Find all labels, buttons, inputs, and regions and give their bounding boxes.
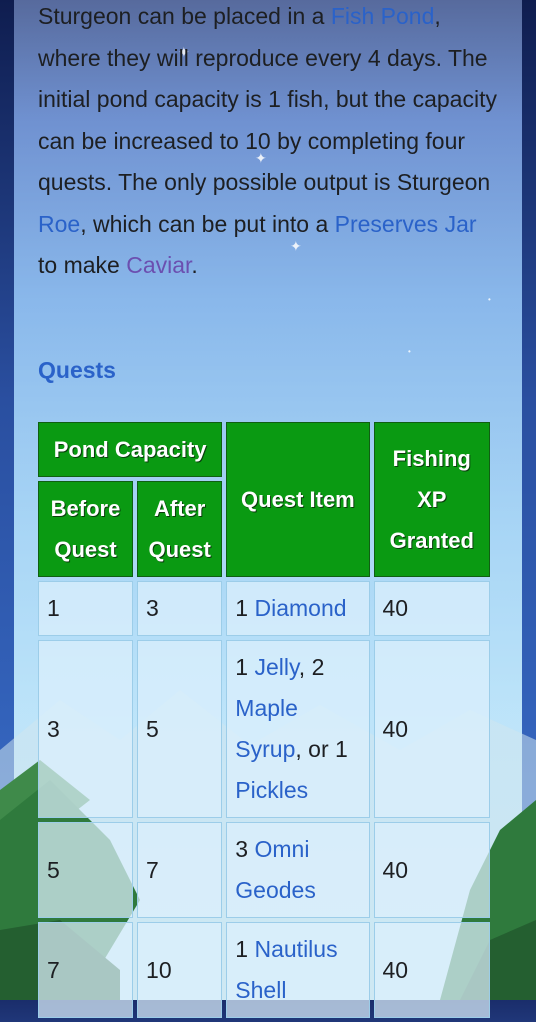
fish-pond-link[interactable]: Fish Pond xyxy=(331,3,435,29)
after-cell: 10 xyxy=(137,922,223,1018)
quest-item-cell: 1 Diamond xyxy=(226,581,370,636)
quests-table: Pond Capacity Quest Item Fishing XP Gran… xyxy=(34,418,494,1022)
sparkle-icon: • xyxy=(408,347,411,356)
item-text: 3 xyxy=(235,836,255,862)
paragraph-text: , where they will reproduce every 4 days… xyxy=(38,3,497,195)
xp-cell: 40 xyxy=(373,922,490,1018)
table-row: 7 10 1 Nautilus Shell 40 xyxy=(38,922,490,1018)
quest-item-header: Quest Item xyxy=(226,422,370,577)
after-cell: 7 xyxy=(137,822,223,918)
table-header-row: Pond Capacity Quest Item Fishing XP Gran… xyxy=(38,422,490,577)
before-quest-header: Before Quest xyxy=(38,481,134,577)
pond-capacity-header: Pond Capacity xyxy=(38,422,223,477)
before-cell: 1 xyxy=(38,581,134,636)
paragraph-text: to make xyxy=(38,252,127,278)
paragraph-text: . xyxy=(191,252,198,278)
jelly-link[interactable]: Jelly xyxy=(254,654,298,680)
item-text: 1 xyxy=(235,595,255,621)
sturgeon-pond-paragraph: Sturgeon can be placed in a Fish Pond, w… xyxy=(38,0,500,287)
maple-syrup-link[interactable]: Maple Syrup xyxy=(235,695,298,762)
paragraph-text: Sturgeon can be placed in a xyxy=(38,3,331,29)
before-cell: 3 xyxy=(38,640,134,818)
pickles-link[interactable]: Pickles xyxy=(235,777,308,803)
section-title-quests: Quests xyxy=(38,357,116,383)
quest-item-cell: 1 Nautilus Shell xyxy=(226,922,370,1018)
item-text: , 2 xyxy=(298,654,325,680)
after-cell: 3 xyxy=(137,581,223,636)
quest-item-cell: 1 Jelly, 2 Maple Syrup, or 1 Pickles xyxy=(226,640,370,818)
before-cell: 5 xyxy=(38,822,134,918)
item-text: 1 xyxy=(235,654,255,680)
sparkle-icon: • xyxy=(488,295,491,304)
table-row: 1 3 1 Diamond 40 xyxy=(38,581,490,636)
after-quest-header: After Quest xyxy=(137,481,223,577)
article-body: Sturgeon can be placed in a Fish Pond, w… xyxy=(38,0,500,287)
item-text: 1 xyxy=(235,936,255,962)
caviar-link[interactable]: Caviar xyxy=(126,252,191,278)
preserves-jar-link[interactable]: Preserves Jar xyxy=(335,211,477,237)
table-row: 3 5 1 Jelly, 2 Maple Syrup, or 1 Pickles… xyxy=(38,640,490,818)
after-cell: 5 xyxy=(137,640,223,818)
paragraph-text: , which can be put into a xyxy=(80,210,335,237)
xp-cell: 40 xyxy=(373,822,490,918)
diamond-link[interactable]: Diamond xyxy=(254,595,346,621)
quest-item-cell: 3 Omni Geodes xyxy=(226,822,370,918)
roe-link[interactable]: Roe xyxy=(38,211,80,237)
xp-cell: 40 xyxy=(373,640,490,818)
before-cell: 7 xyxy=(38,922,134,1018)
table-row: 5 7 3 Omni Geodes 40 xyxy=(38,822,490,918)
fishing-xp-header: Fishing XP Granted xyxy=(373,422,490,577)
xp-cell: 40 xyxy=(373,581,490,636)
item-text: , or 1 xyxy=(295,736,348,762)
